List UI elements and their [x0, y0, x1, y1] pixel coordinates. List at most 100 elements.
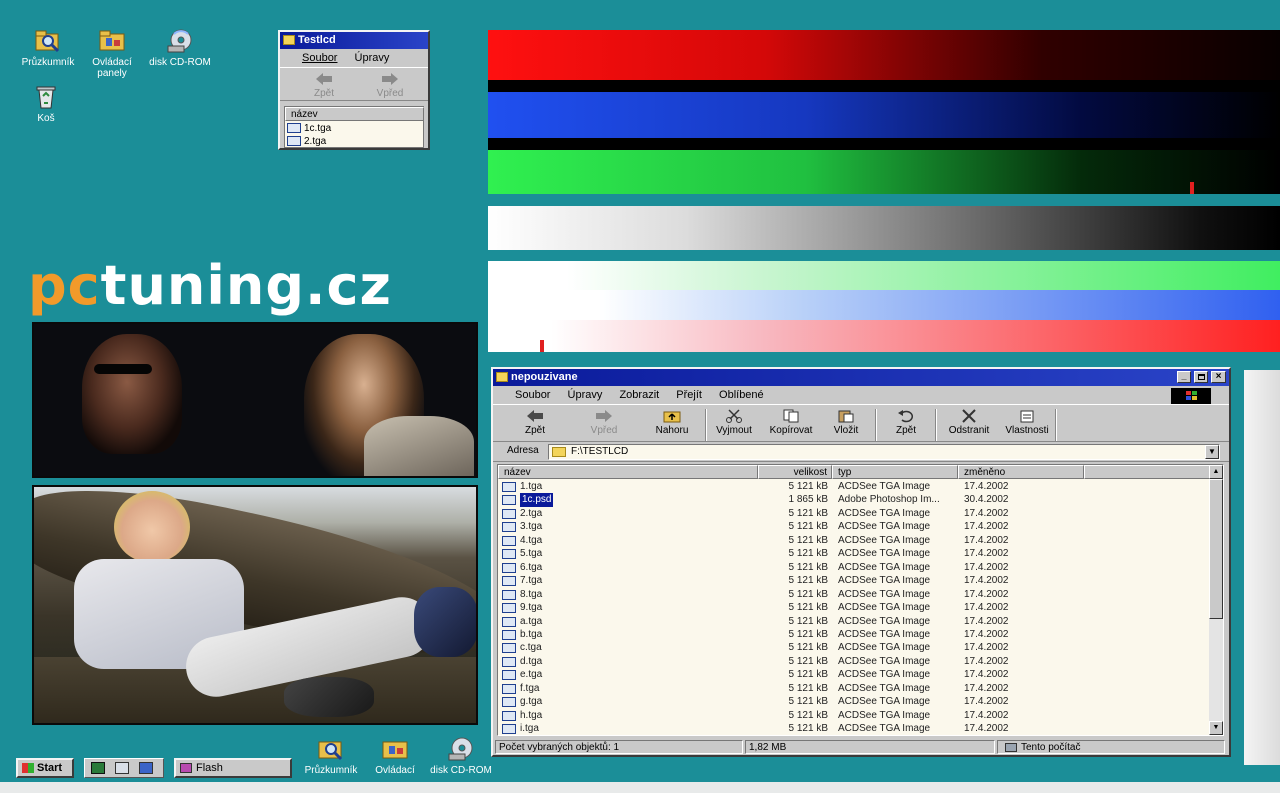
- column-modified[interactable]: změněno: [958, 465, 1084, 479]
- table-row[interactable]: 7.tga 5 121 kB ACDSee TGA Image 17.4.2002: [498, 574, 1210, 588]
- black-stripe: [488, 80, 1280, 92]
- start-button[interactable]: Start: [16, 758, 74, 778]
- table-row[interactable]: b.tga 5 121 kB ACDSee TGA Image 17.4.2002: [498, 628, 1210, 642]
- copy-button[interactable]: Kopírovat: [761, 405, 821, 445]
- menu-soubor[interactable]: Soubor: [302, 52, 337, 64]
- menu-oblibene[interactable]: Oblíbené: [719, 389, 764, 401]
- table-row[interactable]: 5.tga 5 121 kB ACDSee TGA Image 17.4.2002: [498, 547, 1210, 561]
- address-input[interactable]: F:\TESTLCD ▼: [548, 444, 1220, 460]
- table-row[interactable]: a.tga 5 121 kB ACDSee TGA Image 17.4.2002: [498, 615, 1210, 629]
- column-type[interactable]: typ: [832, 465, 958, 479]
- testlcd-filelist: název 1c.tga 2.tga: [284, 106, 424, 148]
- file-type: ACDSee TGA Image: [838, 534, 931, 546]
- close-button[interactable]: ×: [1211, 371, 1226, 383]
- properties-button[interactable]: Vlastnosti: [999, 405, 1055, 445]
- table-row[interactable]: d.tga 5 121 kB ACDSee TGA Image 17.4.2002: [498, 655, 1210, 669]
- table-row[interactable]: 9.tga 5 121 kB ACDSee TGA Image 17.4.2002: [498, 601, 1210, 615]
- desktop-icon-label: Ovládací panely: [92, 57, 132, 79]
- properties-icon: [1020, 410, 1034, 423]
- explorer-toolbar: Zpět Vpřed Nahoru Vyjmout Kopírovat Vlož…: [493, 404, 1229, 442]
- column-name[interactable]: název: [498, 465, 758, 479]
- folder-icon: [496, 372, 508, 382]
- taskbar-icon-explorer[interactable]: Průzkumník: [298, 736, 364, 776]
- scroll-down-button[interactable]: ▼: [1209, 721, 1223, 735]
- table-row[interactable]: i.tga 5 121 kB ACDSee TGA Image 17.4.2002: [498, 722, 1210, 735]
- table-row[interactable]: 6.tga 5 121 kB ACDSee TGA Image 17.4.2002: [498, 561, 1210, 575]
- column-size[interactable]: velikost: [758, 465, 832, 479]
- desktop-icon-control-panel[interactable]: Ovládací panely: [80, 28, 144, 79]
- desktop-quicklaunch-icon[interactable]: [91, 762, 105, 774]
- testlcd-window[interactable]: Testlcd Soubor Úpravy Zpět Vpřed název 1…: [278, 30, 430, 150]
- table-row[interactable]: g.tga 5 121 kB ACDSee TGA Image 17.4.2002: [498, 695, 1210, 709]
- desktop-icon-cd-rom[interactable]: disk CD-ROM: [146, 28, 214, 68]
- forward-button[interactable]: Vpřed: [575, 405, 633, 445]
- file-icon: [502, 603, 516, 614]
- minimize-button[interactable]: _: [1177, 371, 1191, 383]
- back-label: Zpět: [313, 88, 334, 99]
- table-row[interactable]: h.tga 5 121 kB ACDSee TGA Image 17.4.2002: [498, 709, 1210, 723]
- desktop-icon-recycle-bin[interactable]: Koš: [14, 84, 78, 124]
- file-size: 5 121 kB: [788, 575, 828, 587]
- paste-button[interactable]: Vložit: [823, 405, 869, 445]
- file-icon: [502, 495, 516, 506]
- window-title: nepouzivane: [511, 371, 578, 383]
- menu-upravy[interactable]: Úpravy: [355, 52, 390, 64]
- desktop-icon-explorer[interactable]: Průzkumník: [16, 28, 80, 68]
- file-type: Adobe Photoshop Im...: [838, 494, 940, 506]
- column-empty: [1084, 465, 1210, 479]
- file-list[interactable]: název velikost typ změněno 1.tga 5 121 kB…: [497, 464, 1224, 736]
- taskbar-icon-control-panel[interactable]: Ovládací: [364, 736, 426, 776]
- file-date: 17.4.2002: [964, 561, 1009, 573]
- file-type: ACDSee TGA Image: [838, 588, 931, 600]
- file-name: 5.tga: [520, 548, 543, 560]
- desktop-icon-label: Průzkumník: [21, 57, 75, 68]
- menu-upravy[interactable]: Úpravy: [568, 389, 603, 401]
- table-row[interactable]: 8.tga 5 121 kB ACDSee TGA Image 17.4.2002: [498, 588, 1210, 602]
- explorer-titlebar[interactable]: nepouzivane _ ×: [493, 369, 1229, 386]
- file-date: 17.4.2002: [964, 669, 1009, 681]
- brand-logo: pctuning.cz: [28, 254, 392, 317]
- table-row[interactable]: f.tga 5 121 kB ACDSee TGA Image 17.4.2002: [498, 682, 1210, 696]
- forward-button[interactable]: Vpřed: [360, 68, 420, 108]
- chevron-down-icon[interactable]: ▼: [1205, 445, 1219, 459]
- menu-soubor[interactable]: Soubor: [515, 389, 550, 401]
- menu-prejit[interactable]: Přejít: [676, 389, 702, 401]
- task-button-flash[interactable]: Flash: [174, 758, 292, 778]
- file-icon: [502, 616, 516, 627]
- file-date: 17.4.2002: [964, 602, 1009, 614]
- maximize-button[interactable]: [1194, 371, 1208, 383]
- file-type: ACDSee TGA Image: [838, 561, 931, 573]
- red-rev-gradient-bar: [488, 320, 1280, 352]
- back-button[interactable]: Zpět: [507, 405, 563, 445]
- taskbar-icon-cd-rom[interactable]: disk CD-ROM: [424, 736, 498, 776]
- up-button[interactable]: Nahoru: [643, 405, 701, 445]
- table-row[interactable]: e.tga 5 121 kB ACDSee TGA Image 17.4.2002: [498, 668, 1210, 682]
- vertical-scrollbar[interactable]: ▲ ▼: [1209, 465, 1223, 735]
- scroll-thumb[interactable]: [1209, 479, 1223, 619]
- table-row[interactable]: 3.tga 5 121 kB ACDSee TGA Image 17.4.2002: [498, 520, 1210, 534]
- file-name: e.tga: [520, 669, 543, 681]
- file-date: 17.4.2002: [964, 709, 1009, 721]
- table-row[interactable]: 1c.psd 1 865 kB Adobe Photoshop Im... 30.4.…: [498, 493, 1210, 507]
- back-button[interactable]: Zpět: [294, 68, 354, 108]
- testlcd-titlebar[interactable]: Testlcd: [280, 32, 428, 49]
- channels-quicklaunch-icon[interactable]: [139, 762, 153, 774]
- explorer-window[interactable]: nepouzivane _ × Soubor Úpravy Zobrazit P…: [491, 367, 1231, 757]
- delete-button[interactable]: Odstranit: [941, 405, 997, 445]
- column-name[interactable]: název: [285, 107, 424, 121]
- explorer-menubar: Soubor Úpravy Zobrazit Přejít Oblíbené: [493, 386, 1229, 404]
- list-item[interactable]: 1c.tga: [287, 122, 331, 135]
- table-row[interactable]: 1.tga 5 121 kB ACDSee TGA Image 17.4.2002: [498, 480, 1210, 494]
- table-row[interactable]: 2.tga 5 121 kB ACDSee TGA Image 17.4.2002: [498, 507, 1210, 521]
- file-name: h.tga: [520, 709, 543, 721]
- list-item[interactable]: 2.tga: [287, 135, 326, 148]
- file-icon: [502, 710, 516, 721]
- table-row[interactable]: 4.tga 5 121 kB ACDSee TGA Image 17.4.2002: [498, 534, 1210, 548]
- menu-zobrazit[interactable]: Zobrazit: [619, 389, 659, 401]
- explorer-quicklaunch-icon[interactable]: [115, 762, 129, 774]
- undo-button[interactable]: Zpět: [881, 405, 931, 445]
- table-row[interactable]: c.tga 5 121 kB ACDSee TGA Image 17.4.2002: [498, 641, 1210, 655]
- photo-couple: [32, 322, 478, 478]
- cut-button[interactable]: Vyjmout: [709, 405, 759, 445]
- scroll-up-button[interactable]: ▲: [1209, 465, 1223, 479]
